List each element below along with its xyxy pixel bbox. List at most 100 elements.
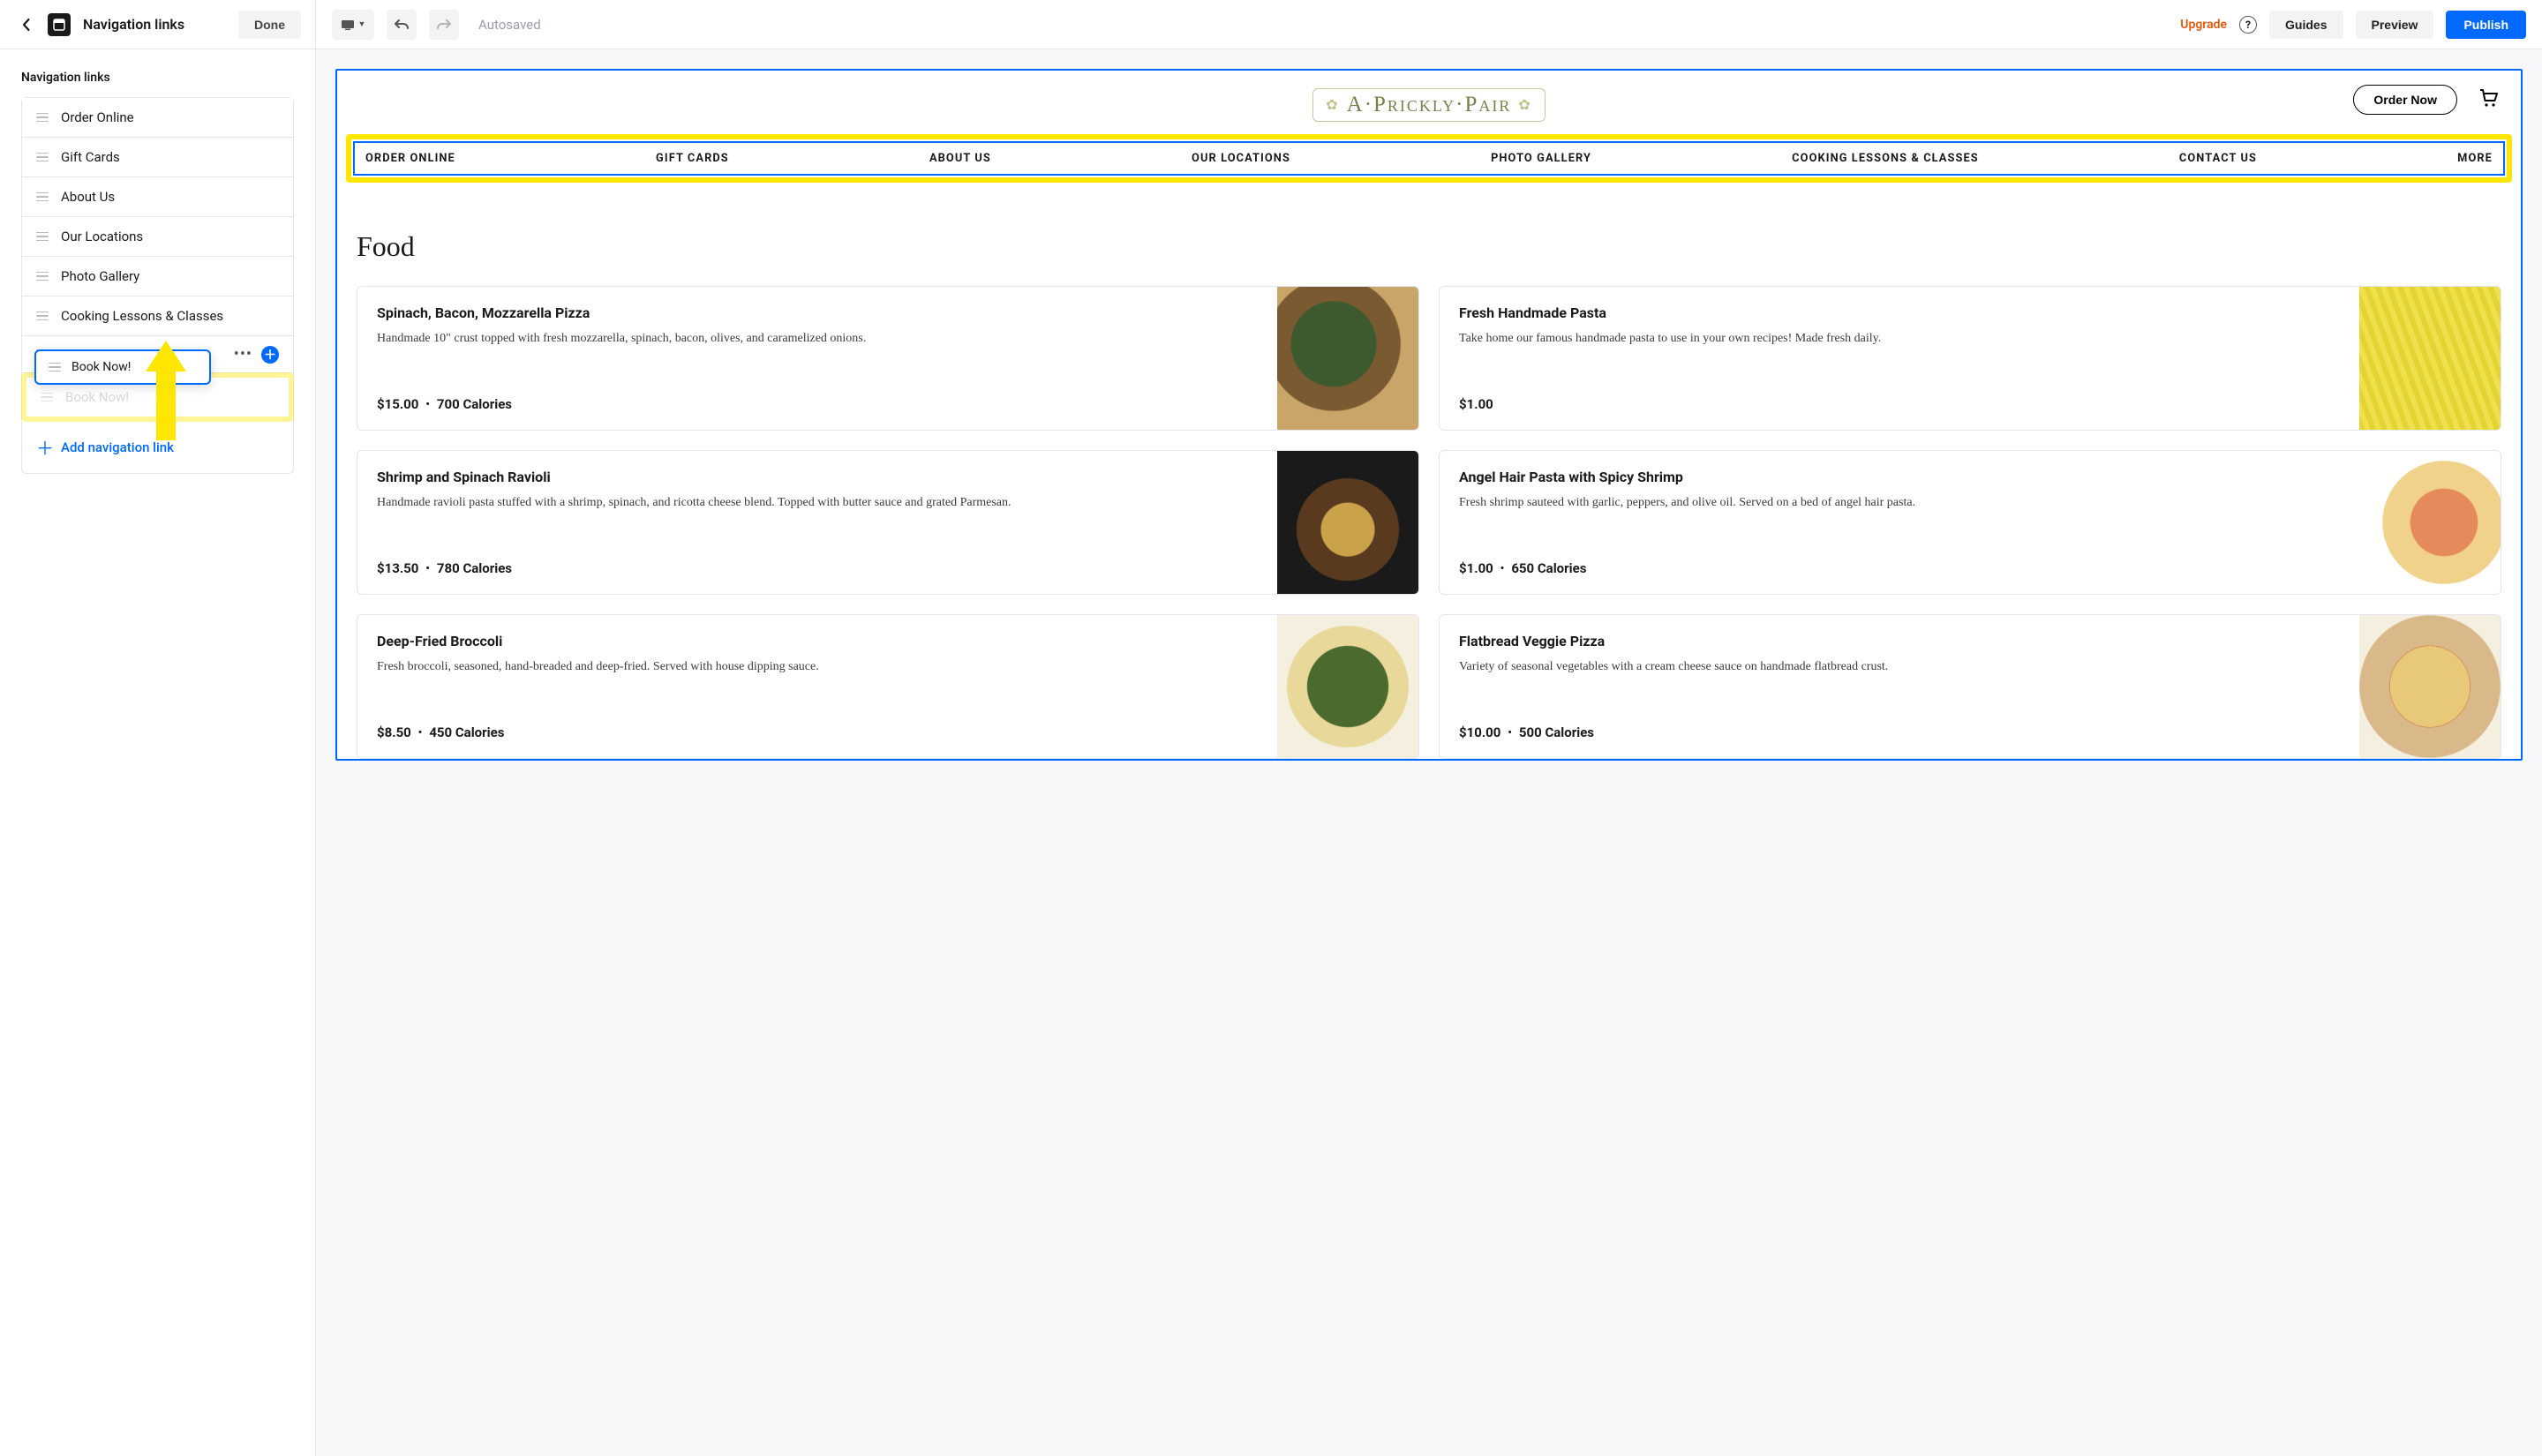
nav-item-label: Our Locations (61, 229, 143, 244)
nav-list: Order Online Gift Cards About Us Our Loc… (21, 97, 294, 474)
dragging-item[interactable]: Book Now! (34, 349, 211, 385)
site-content: Food Spinach, Bacon, Mozzarella Pizza Han… (337, 191, 2521, 759)
panel-header: Navigation links Done (0, 0, 315, 49)
add-link-label: Add navigation link (61, 439, 174, 455)
device-preview-button[interactable]: ▼ (332, 10, 374, 40)
done-button[interactable]: Done (238, 11, 301, 39)
drag-handle-icon[interactable] (36, 272, 49, 281)
menu-item-price: $8.50 • 450 Calories (377, 724, 1258, 740)
nav-item-label: Gift Cards (61, 149, 120, 165)
nav-item[interactable]: Gift Cards (22, 138, 293, 177)
dragging-item-label: Book Now! (71, 360, 131, 374)
menu-item-name: Spinach, Bacon, Mozzarella Pizza (377, 304, 1258, 321)
site-nav-link[interactable]: MORE (2457, 152, 2493, 165)
menu-item-desc: Variety of seasonal vegetables with a cr… (1459, 658, 2340, 676)
menu-grid: Spinach, Bacon, Mozzarella Pizza Handmade… (357, 286, 2501, 759)
redo-icon (436, 19, 452, 31)
desktop-icon (341, 19, 355, 30)
menu-item-name: Fresh Handmade Pasta (1459, 304, 2340, 321)
nav-item-label: About Us (61, 189, 115, 205)
undo-icon (394, 19, 410, 31)
menu-card[interactable]: Spinach, Bacon, Mozzarella Pizza Handmade… (357, 286, 1419, 431)
canvas-wrap: ✿ A·Prickly·Pair ✿ Order Now ORDER ONLIN… (316, 49, 2542, 1456)
menu-item-image (1277, 451, 1418, 594)
plus-icon: ＋ (36, 434, 49, 460)
drag-handle-icon[interactable] (36, 311, 49, 321)
site-nav-link[interactable]: PHOTO GALLERY (1491, 152, 1591, 165)
menu-item-desc: Handmade 10" crust topped with fresh moz… (377, 330, 1258, 348)
menu-card[interactable]: Shrimp and Spinach Ravioli Handmade ravio… (357, 450, 1419, 595)
drag-handle-icon[interactable] (41, 393, 53, 402)
publish-button[interactable]: Publish (2446, 11, 2526, 39)
site-nav-wrapper: ORDER ONLINE GIFT CARDS ABOUT US OUR LOC… (337, 134, 2521, 191)
site-nav-link[interactable]: ORDER ONLINE (365, 152, 455, 165)
nav-item-label: Photo Gallery (61, 268, 139, 284)
guides-button[interactable]: Guides (2269, 11, 2343, 39)
menu-item-image (1277, 287, 1418, 430)
drag-handle-icon[interactable] (36, 113, 49, 123)
menu-item-image (2359, 287, 2501, 430)
order-now-button[interactable]: Order Now (2353, 85, 2457, 115)
nav-item[interactable]: Cooking Lessons & Classes (22, 296, 293, 335)
site-canvas[interactable]: ✿ A·Prickly·Pair ✿ Order Now ORDER ONLIN… (335, 69, 2523, 761)
site-nav-link[interactable]: GIFT CARDS (656, 152, 729, 165)
add-sub-item-button[interactable]: ＋ (261, 346, 279, 364)
site-nav-link[interactable]: OUR LOCATIONS (1192, 152, 1290, 165)
editor-top-bar: ▼ Autosaved Upgrade ? Guides Preview Pub… (316, 0, 2542, 49)
menu-item-price: $1.00 (1459, 396, 2340, 412)
menu-card[interactable]: Flatbread Veggie Pizza Variety of seasona… (1439, 614, 2501, 759)
caret-down-icon: ▼ (358, 19, 366, 29)
more-options-icon[interactable]: ••• (234, 345, 252, 364)
site-logo-text: A·Prickly·Pair (1347, 93, 1512, 117)
preview-button[interactable]: Preview (2356, 11, 2434, 39)
site-header: ✿ A·Prickly·Pair ✿ Order Now (337, 71, 2521, 134)
help-icon[interactable]: ? (2239, 16, 2257, 34)
site-logo[interactable]: ✿ A·Prickly·Pair ✿ (1312, 88, 1546, 122)
autosaved-label: Autosaved (478, 17, 541, 33)
drag-handle-icon[interactable] (36, 153, 49, 162)
nav-item[interactable]: About Us (22, 177, 293, 217)
panel-body: Navigation links Order Online Gift Cards… (0, 49, 315, 492)
panel-title: Navigation links (83, 16, 226, 33)
redo-button[interactable] (429, 10, 459, 40)
nav-module-icon (48, 13, 71, 36)
nav-item[interactable]: Our Locations (22, 217, 293, 257)
add-navigation-link[interactable]: ＋ Add navigation link (22, 421, 293, 473)
site-nav-link[interactable]: CONTACT US (2179, 152, 2257, 165)
drag-handle-icon[interactable] (36, 192, 49, 202)
upgrade-link[interactable]: Upgrade (2180, 18, 2227, 32)
nav-item-label: Book Now! (65, 389, 129, 405)
menu-item-desc: Fresh broccoli, seasoned, hand-breaded a… (377, 658, 1258, 676)
side-panel: Navigation links Done Navigation links O… (0, 0, 316, 1456)
site-nav[interactable]: ORDER ONLINE GIFT CARDS ABOUT US OUR LOC… (353, 141, 2505, 176)
menu-item-price: $10.00 • 500 Calories (1459, 724, 2340, 740)
drag-handle-icon[interactable] (49, 363, 61, 372)
back-button[interactable] (18, 16, 35, 34)
nav-item-label: Order Online (61, 109, 134, 125)
nav-item-label: Cooking Lessons & Classes (61, 308, 223, 324)
menu-item-image (2359, 615, 2501, 758)
menu-item-price: $15.00 • 700 Calories (377, 396, 1258, 412)
site-nav-highlight: ORDER ONLINE GIFT CARDS ABOUT US OUR LOC… (346, 134, 2512, 183)
menu-item-image (1277, 615, 1418, 758)
site-nav-link[interactable]: ABOUT US (929, 152, 991, 165)
menu-item-desc: Take home our famous handmade pasta to u… (1459, 330, 2340, 348)
cart-icon[interactable] (2478, 88, 2500, 111)
nav-item[interactable]: Photo Gallery (22, 257, 293, 296)
editor-area: ▼ Autosaved Upgrade ? Guides Preview Pub… (316, 0, 2542, 1456)
menu-card[interactable]: Fresh Handmade Pasta Take home our famous… (1439, 286, 2501, 431)
section-label: Navigation links (21, 67, 294, 97)
menu-item-image (2359, 451, 2501, 594)
nav-item[interactable]: Order Online (22, 98, 293, 138)
menu-item-name: Shrimp and Spinach Ravioli (377, 469, 1258, 485)
section-title: Food (357, 230, 2501, 263)
menu-item-price: $13.50 • 780 Calories (377, 560, 1258, 576)
drag-handle-icon[interactable] (36, 232, 49, 242)
menu-item-name: Flatbread Veggie Pizza (1459, 633, 2340, 649)
menu-item-desc: Fresh shrimp sauteed with garlic, pepper… (1459, 494, 2340, 512)
menu-card[interactable]: Angel Hair Pasta with Spicy ShrimpFresh … (1439, 450, 2501, 595)
menu-item-desc: Handmade ravioli pasta stuffed with a sh… (377, 494, 1258, 512)
undo-button[interactable] (387, 10, 417, 40)
site-nav-link[interactable]: COOKING LESSONS & CLASSES (1792, 152, 1979, 165)
menu-card[interactable]: Deep-Fried BroccoliFresh broccoli, seaso… (357, 614, 1419, 759)
